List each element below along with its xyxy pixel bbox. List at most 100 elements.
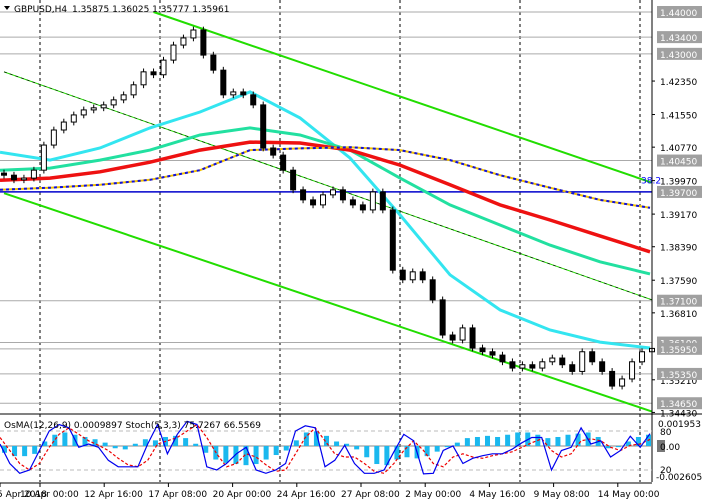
candle-body [459,327,466,341]
candle [60,118,67,134]
candle-body [300,189,307,201]
candle-body [240,91,247,96]
osma-bar [122,446,128,450]
ohlc-values: 1.35875 1.36025 1.35777 1.35961 [72,5,229,15]
candle-body [130,84,137,96]
level-price-label: 1.34650 [660,400,697,410]
candle [270,144,277,159]
candle-body [539,361,546,369]
triangle-down-icon [4,6,10,10]
candle [389,206,396,274]
osma-bar [223,446,229,463]
osma-bar [434,446,440,452]
candle-body [499,354,506,363]
candle [150,68,157,79]
candle-body [310,199,317,206]
candle-body [20,177,27,181]
candle-body [559,357,566,366]
candle-body [379,191,386,211]
candle [359,201,366,214]
level-price-label: 1.44000 [660,9,697,19]
osma-bar [263,446,269,460]
osma-bar [374,446,380,465]
candle [569,361,576,375]
candle [170,41,177,64]
osma-bar [32,446,38,454]
osma-bar [354,446,360,450]
candle [40,141,47,174]
candle-body [469,327,476,349]
candle-body [409,271,416,281]
osma-min-label: -0.002605 [656,473,702,483]
osma-bar [495,436,501,446]
candle-body [449,334,456,341]
chart-canvas: 38.2 GBPUSD,H4 1.35875 1.36025 1.35777 1.3… [0,0,702,500]
candle-body [220,69,227,96]
candle-body [230,91,237,96]
price-tick-label: 1.38390 [660,244,697,254]
candle [339,186,346,204]
channel-line [3,192,653,413]
level-price-label: 1.35350 [660,371,697,381]
level-price-label: 1.43400 [660,34,697,44]
osma-bar [565,434,571,446]
candle [509,358,516,372]
osma-bar [253,446,259,465]
candle-body [80,109,87,116]
candle [20,174,27,184]
osma-bar [394,446,400,460]
price-tick-label: 1.41550 [660,112,697,122]
osma-bar [273,446,279,456]
time-tick-label: 10 Apr 00:00 [20,490,79,500]
candle [369,188,376,214]
candle [579,348,586,375]
candle [210,51,217,74]
candle-body [399,269,406,281]
candle [80,106,87,119]
candle-body [329,189,336,196]
candle-body [439,299,446,336]
candle [200,26,207,59]
candle [50,126,57,149]
candle-body [140,71,147,86]
candle-body [90,107,97,111]
candle-body [170,44,177,61]
candle-body [260,104,267,149]
candle [539,358,546,372]
candle [449,331,456,344]
osma-bar [364,446,370,458]
osma-bar [464,438,470,446]
osma-bar [474,436,480,446]
osma-bar [555,436,561,446]
candle-body [250,94,257,106]
candle [549,354,556,366]
oscillator-title: OsMA(12,26,9) 0.0009897 Stoch(5,3,3) 75.… [4,421,261,431]
candle-body [639,351,646,363]
candle [379,188,386,214]
osma-bar [62,432,68,446]
candle-body [619,378,626,387]
channel-line [153,11,653,184]
osma-bar [575,433,581,446]
osma-bar [505,434,511,446]
candle [409,268,416,284]
candle [629,358,636,383]
osma-bar [283,446,289,451]
level-price-label: 1.43000 [660,51,697,61]
level-price-label: 1.35950 [660,346,697,356]
time-tick-label: 27 Apr 08:00 [341,490,400,500]
price-tick-label: 1.37590 [660,277,697,287]
stoch-80-label: 80 [660,428,672,438]
level-price-label: 1.37100 [660,298,697,308]
osma-bar [444,446,450,448]
fib-level-label: 38.2 [641,177,661,187]
candle [459,324,466,344]
candle-body [589,351,596,363]
candle [280,151,287,174]
osma-bar [132,443,138,446]
candle [120,91,127,104]
price-tick-label: 1.39170 [660,211,697,221]
candle [310,196,317,209]
candle-body [190,29,197,39]
osma-bar [454,442,460,446]
